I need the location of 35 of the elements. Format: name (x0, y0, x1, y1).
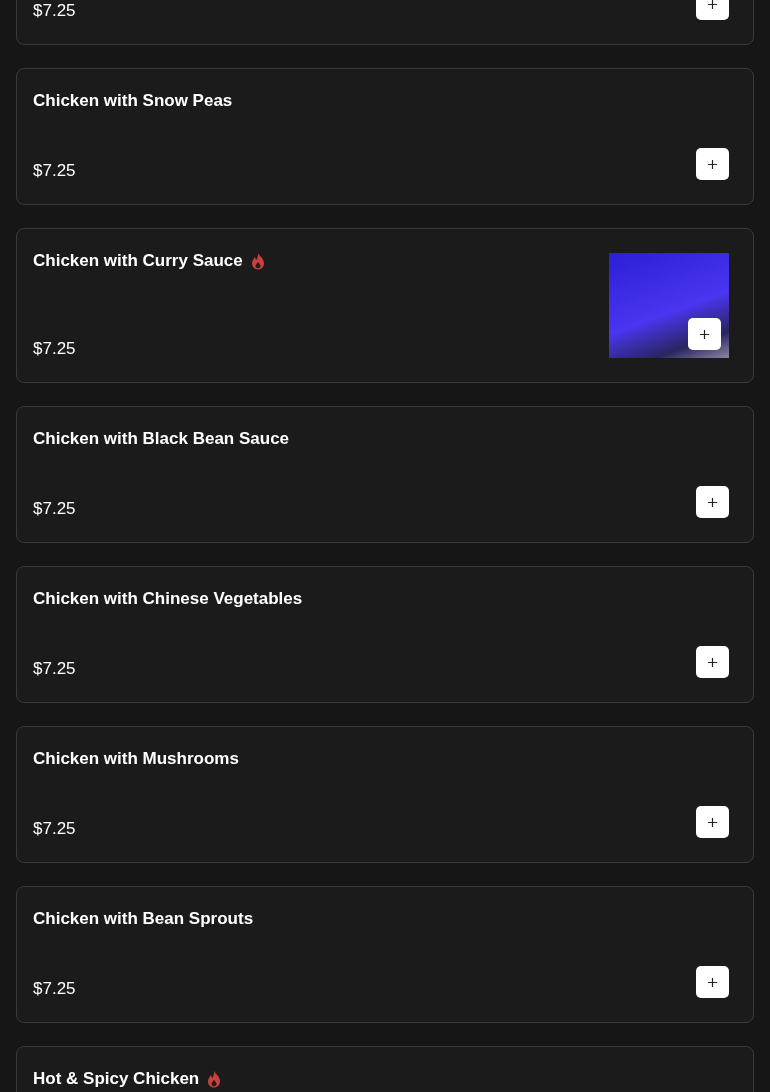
item-price: $7.25 (33, 978, 77, 1000)
menu-item-card[interactable]: Chicken with Mushrooms $7.25 (16, 726, 754, 863)
item-name: Chicken with Black Bean Sauce (33, 429, 290, 449)
item-name: Chicken with Snow Peas (33, 91, 233, 111)
menu-item-card[interactable]: Chicken with Snow Peas $7.25 (16, 68, 754, 205)
add-button[interactable] (696, 148, 729, 180)
menu-item-card[interactable]: Chicken with Curry Sauce $7.25 (16, 228, 754, 383)
item-name: Chicken with Mushrooms (33, 749, 239, 769)
item-price: $7.25 (33, 818, 77, 840)
item-price: $7.25 (33, 160, 77, 182)
item-price: $7.25 (33, 0, 76, 22)
add-button[interactable] (696, 966, 729, 998)
plus-icon (707, 976, 718, 988)
menu-item-card[interactable]: Hot & Spicy Chicken (16, 1046, 754, 1092)
plus-icon (707, 0, 718, 10)
plus-icon (707, 496, 718, 508)
item-price: $7.25 (33, 658, 77, 680)
plus-icon (699, 328, 710, 340)
item-name: Chicken with Curry Sauce (33, 251, 243, 271)
add-button[interactable] (696, 646, 729, 678)
item-name: Chicken with Chinese Vegetables (33, 589, 303, 609)
add-button[interactable] (696, 806, 729, 838)
plus-icon (707, 816, 718, 828)
add-button[interactable] (696, 486, 729, 518)
item-price: $7.25 (33, 338, 77, 360)
menu-item-card[interactable]: Chicken with Chinese Vegetables $7.25 (16, 566, 754, 703)
item-name: Chicken with Bean Sprouts (33, 909, 254, 929)
menu-item-card[interactable]: $7.25 (16, 0, 754, 45)
add-button[interactable] (688, 318, 721, 350)
menu-item-card[interactable]: Chicken with Bean Sprouts $7.25 (16, 886, 754, 1023)
menu-item-card[interactable]: Chicken with Black Bean Sauce $7.25 (16, 406, 754, 543)
item-name: Hot & Spicy Chicken (33, 1069, 200, 1089)
plus-icon (707, 158, 718, 170)
item-price: $7.25 (33, 498, 77, 520)
plus-icon (707, 656, 718, 668)
